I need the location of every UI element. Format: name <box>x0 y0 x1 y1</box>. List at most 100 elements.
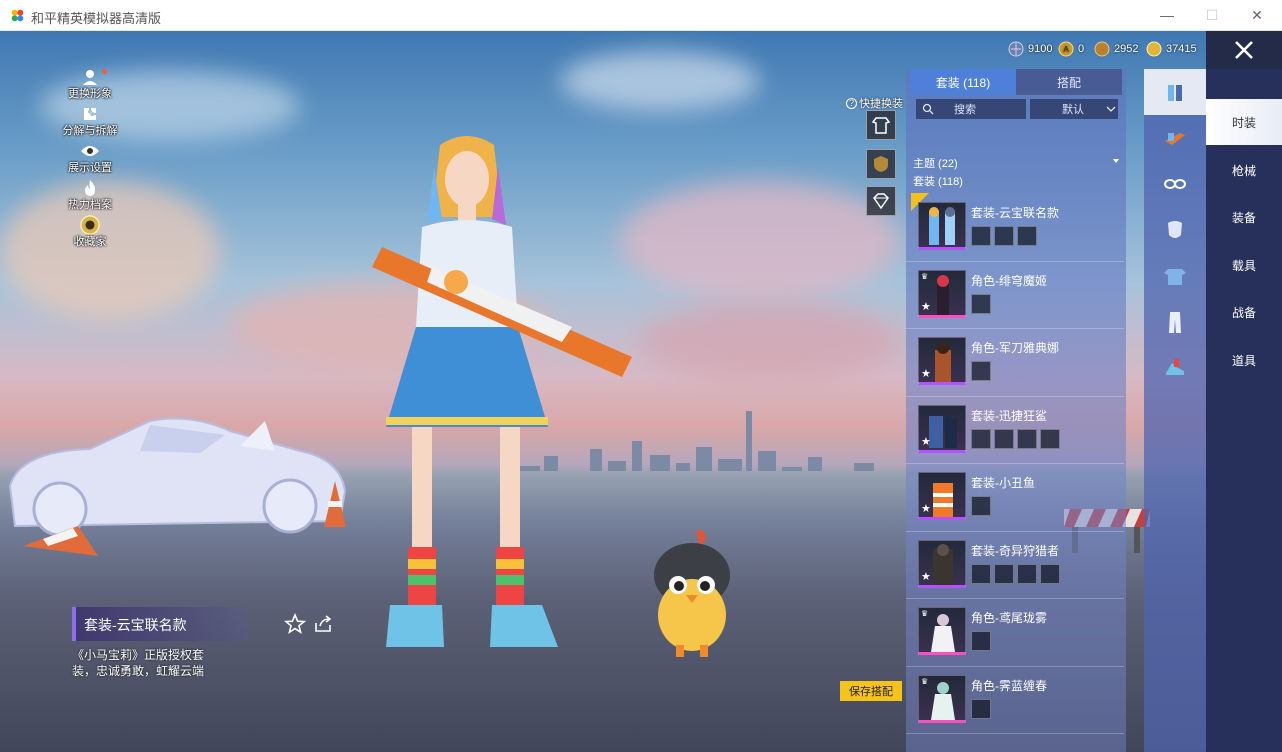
outfit-parts <box>971 428 1060 449</box>
favorite-star-icon[interactable] <box>283 612 307 638</box>
window-titlebar: 和平精英模拟器高清版 — ☐ ✕ <box>0 0 1282 31</box>
category-mask[interactable] <box>1144 207 1206 253</box>
maximize-button[interactable]: ☐ <box>1193 4 1231 26</box>
star-icon: ★ <box>921 570 931 583</box>
part-thumb[interactable] <box>994 226 1014 246</box>
share-icon[interactable] <box>312 613 334 638</box>
close-wardrobe-button[interactable] <box>1206 31 1282 69</box>
part-thumb[interactable] <box>971 631 991 651</box>
save-outfit-button[interactable]: 保存搭配 <box>840 681 902 701</box>
star-icon: ★ <box>921 503 931 515</box>
help-icon[interactable]: ? <box>846 97 857 109</box>
theme-dropdown-arrow[interactable] <box>1113 159 1119 163</box>
tab-combos[interactable]: 搭配 <box>1016 69 1122 95</box>
category-goggles[interactable] <box>1144 161 1206 207</box>
notification-dot <box>102 69 107 74</box>
category-pants[interactable] <box>1144 299 1206 345</box>
part-thumb[interactable] <box>994 428 1014 449</box>
star-icon: ★ <box>921 435 931 448</box>
outfit-parts <box>971 698 991 719</box>
outfit-row[interactable]: 套装-云宝联名款 <box>906 194 1124 262</box>
outfit-title: 角色-鸢尾珑雾 <box>971 611 1047 625</box>
side-menu: 更换形象 分解与拆解 展示设置 热力档案 收藏家 <box>58 67 122 252</box>
currency-value: 37415 <box>1166 43 1197 55</box>
cloud <box>640 301 900 381</box>
part-thumb[interactable] <box>1040 428 1060 449</box>
side-menu-heat-profile[interactable]: 热力档案 <box>58 178 122 215</box>
sort-dropdown[interactable]: 默认 <box>1030 99 1118 119</box>
theme-filter[interactable]: 主题 (22) <box>913 155 958 171</box>
nav-items[interactable]: 道具 <box>1206 337 1282 383</box>
cloud <box>560 51 760 111</box>
nav-equipment[interactable]: 装备 <box>1206 194 1282 240</box>
outfit-title: 套装-小丑鱼 <box>971 476 1035 490</box>
side-menu-decompose[interactable]: 分解与拆解 <box>58 104 122 141</box>
outfit-row[interactable]: ★ 角色-军刀雅典娜 <box>906 329 1124 397</box>
outfit-list-panel: 套装 (118) 搭配 搜索 默认 主题 (22) 套装 (118) 套装-云宝… <box>906 69 1126 752</box>
category-gun-skin[interactable] <box>1144 115 1206 161</box>
part-thumb[interactable] <box>971 293 991 314</box>
quick-change-emblem-slot[interactable] <box>866 149 896 179</box>
emblem-icon <box>874 156 888 172</box>
part-thumb[interactable] <box>1017 563 1037 584</box>
outfit-title: 角色-绯穹魔姬 <box>971 273 1047 288</box>
quick-change-outfit-slot[interactable] <box>866 110 896 140</box>
currency-token: A 0 <box>1058 41 1084 57</box>
minimize-button[interactable]: — <box>1148 4 1186 26</box>
outfit-thumbnail: ♛ <box>918 674 966 723</box>
side-menu-label: 展示设置 <box>68 162 112 174</box>
outfit-parts <box>971 563 1060 584</box>
quick-change-diamond-slot[interactable] <box>866 186 896 216</box>
side-menu-display-settings[interactable]: 展示设置 <box>58 141 122 178</box>
part-thumb[interactable] <box>1040 563 1060 584</box>
outfit-count-label: 套装 (118) <box>913 176 963 188</box>
part-thumb[interactable] <box>971 563 991 584</box>
category-shoes[interactable] <box>1144 345 1206 391</box>
outfit-icon <box>1168 85 1182 101</box>
close-icon <box>1235 41 1253 59</box>
traffic-cone <box>324 481 346 527</box>
outfit-row[interactable]: ♛ 角色-霁蓝缠春 <box>906 667 1124 734</box>
side-menu-label: 分解与拆解 <box>62 125 118 137</box>
gold-coin-icon <box>1146 41 1162 57</box>
outfit-thumbnail: ★ <box>918 404 966 453</box>
eye-icon <box>80 141 100 161</box>
outfit-row[interactable]: ♛ ★ 角色-绯穹魔姬 <box>906 262 1124 329</box>
main-category-nav: 时装 枪械 装备 载具 战备 道具 <box>1206 69 1282 752</box>
nav-battle-gear[interactable]: 战备 <box>1206 289 1282 335</box>
mask-icon <box>1168 221 1182 238</box>
currency-bronze: 2952 <box>1094 41 1138 57</box>
search-input[interactable]: 搜索 <box>916 99 1026 119</box>
item-actions <box>283 612 334 638</box>
item-description: 《小马宝莉》正版授权套装，忠诚勇敢，虹耀云端 <box>72 648 205 678</box>
outfit-row[interactable]: ★ 套装-迅捷狂鲨 <box>906 397 1124 464</box>
side-menu-collector[interactable]: 收藏家 <box>58 215 122 252</box>
part-thumb[interactable] <box>971 496 991 516</box>
nav-fashion[interactable]: 时装 <box>1206 99 1282 145</box>
part-thumb[interactable] <box>1017 428 1037 449</box>
nav-guns[interactable]: 枪械 <box>1206 147 1282 193</box>
part-thumb[interactable] <box>1017 226 1037 246</box>
star-icon: ★ <box>921 368 931 380</box>
part-thumb[interactable] <box>971 226 991 246</box>
side-menu-change-avatar[interactable]: 更换形象 <box>58 67 122 104</box>
player-character <box>372 136 632 647</box>
top-icon <box>1164 269 1186 285</box>
svg-text:A: A <box>1063 45 1069 54</box>
part-thumb[interactable] <box>971 698 991 719</box>
category-outfit[interactable] <box>1144 69 1206 115</box>
part-thumb[interactable] <box>971 361 991 381</box>
part-thumb[interactable] <box>994 563 1014 584</box>
part-thumb[interactable] <box>971 428 991 449</box>
category-top[interactable] <box>1144 253 1206 299</box>
item-name-bar: 套装-云宝联名款 <box>72 607 248 641</box>
game-scene: 更换形象 分解与拆解 展示设置 热力档案 收藏家 套装-云宝联名款 《小马宝莉》… <box>0 31 1282 752</box>
close-window-button[interactable]: ✕ <box>1238 4 1276 26</box>
outfit-parts <box>971 293 991 314</box>
outfit-row[interactable]: ★ 套装-小丑鱼 <box>906 464 1124 532</box>
outfit-row[interactable]: ★ 套装-奇异狩猎者 <box>906 532 1124 599</box>
currency-value: 2952 <box>1114 43 1139 55</box>
outfit-row[interactable]: ♛ 角色-鸢尾珑雾 <box>906 599 1124 667</box>
nav-vehicles[interactable]: 载具 <box>1206 242 1282 288</box>
tab-outfits[interactable]: 套装 (118) <box>910 69 1016 95</box>
